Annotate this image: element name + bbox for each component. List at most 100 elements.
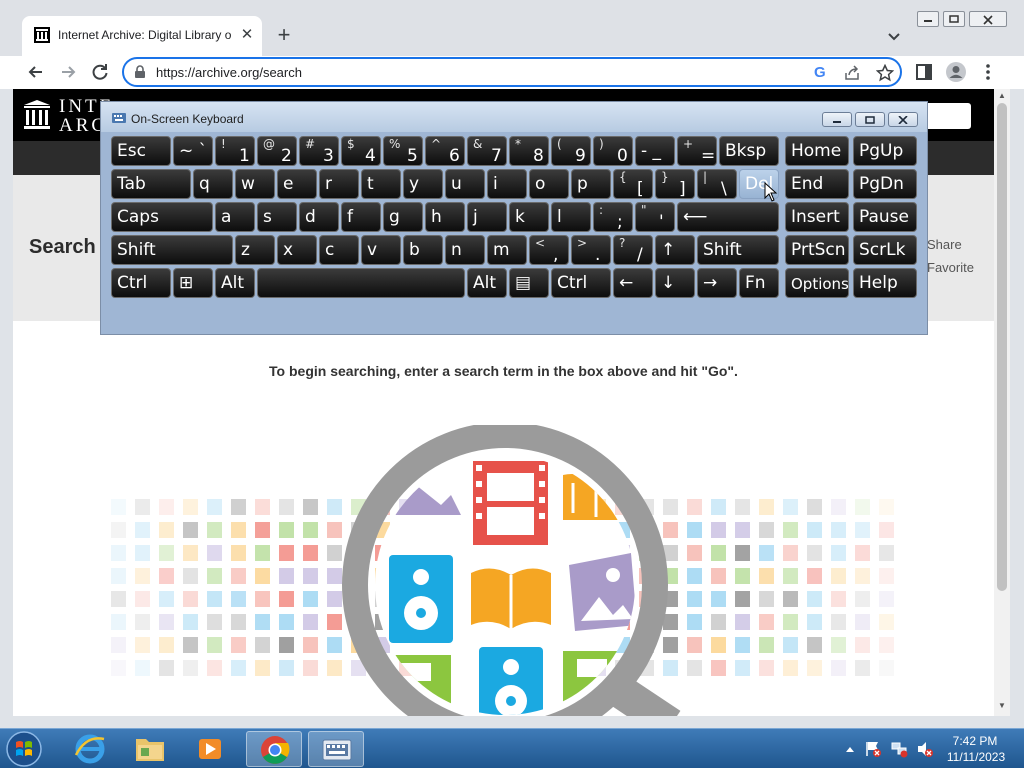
- osk-key-esc-r0[interactable]: Esc: [111, 136, 171, 166]
- osk-titlebar[interactable]: On-Screen Keyboard: [101, 102, 927, 132]
- osk-key-caps-r2[interactable]: Caps: [111, 202, 213, 232]
- minimize-window-button[interactable]: [917, 11, 939, 27]
- osk-key-symbol-r1[interactable]: }]: [655, 169, 695, 199]
- taskbar-file-explorer[interactable]: [122, 731, 178, 767]
- scroll-up-arrow-icon[interactable]: ▲: [997, 91, 1007, 101]
- google-lens-icon[interactable]: G: [814, 64, 826, 81]
- scroll-down-arrow-icon[interactable]: ▼: [997, 701, 1007, 711]
- osk-key-p-r1[interactable]: p: [571, 169, 611, 199]
- osk-key-j-r2[interactable]: j: [467, 202, 507, 232]
- osk-key-ctrl-r4[interactable]: Ctrl: [551, 268, 611, 298]
- volume-muted-icon[interactable]: [916, 740, 934, 758]
- osk-key-f-r2[interactable]: f: [341, 202, 381, 232]
- osk-key-symbol-r0[interactable]: - _: [635, 136, 675, 166]
- osk-key-alt-r4[interactable]: Alt: [215, 268, 255, 298]
- clock-date[interactable]: 11/11/2023: [940, 750, 1012, 764]
- osk-key-d-r2[interactable]: d: [299, 202, 339, 232]
- address-bar[interactable]: https://archive.org/search G: [122, 57, 902, 87]
- osk-key-q-r1[interactable]: q: [193, 169, 233, 199]
- osk-key-s-r2[interactable]: s: [257, 202, 297, 232]
- osk-key-m-r3[interactable]: m: [487, 235, 527, 265]
- osk-key-1-r0[interactable]: ! 1: [215, 136, 255, 166]
- osk-key-insert-r2[interactable]: Insert: [785, 202, 849, 232]
- osk-key-z-r3[interactable]: z: [235, 235, 275, 265]
- clock-time[interactable]: 7:42 PM: [945, 734, 1005, 748]
- osk-key-2-r0[interactable]: @2: [257, 136, 297, 166]
- osk-key-end-r1[interactable]: End: [785, 169, 849, 199]
- osk-key-symbol-r0[interactable]: ~ `: [173, 136, 213, 166]
- osk-minimize-button[interactable]: [822, 112, 852, 127]
- osk-key-v-r3[interactable]: v: [361, 235, 401, 265]
- osk-key-0-r0[interactable]: ) 0: [593, 136, 633, 166]
- osk-key-shift-r3[interactable]: Shift: [111, 235, 233, 265]
- osk-key-symbol-r2[interactable]: :;: [593, 202, 633, 232]
- network-icon[interactable]: [890, 740, 908, 758]
- osk-key-prtscn-r3[interactable]: PrtScn: [785, 235, 849, 265]
- osk-key-symbol-r4[interactable]: →: [697, 268, 737, 298]
- maximize-window-button[interactable]: [943, 11, 965, 27]
- osk-key-b-r3[interactable]: b: [403, 235, 443, 265]
- osk-key-r-r1[interactable]: r: [319, 169, 359, 199]
- close-window-button[interactable]: [969, 11, 1007, 27]
- osk-key-ctrl-r4[interactable]: Ctrl: [111, 268, 171, 298]
- osk-key-i-r1[interactable]: i: [487, 169, 527, 199]
- osk-key-symbol-r4[interactable]: ▤: [509, 268, 549, 298]
- osk-key-fn-r4[interactable]: Fn: [739, 268, 779, 298]
- osk-key-e-r1[interactable]: e: [277, 169, 317, 199]
- side-panel-icon[interactable]: [913, 61, 935, 83]
- osk-key-symbol-r0[interactable]: + =: [677, 136, 717, 166]
- taskbar-chrome[interactable]: [246, 731, 302, 767]
- profile-avatar-icon[interactable]: [945, 61, 967, 83]
- osk-key-symbol-r4[interactable]: ↓: [655, 268, 695, 298]
- osk-key-bksp-r0[interactable]: Bksp: [719, 136, 779, 166]
- osk-key-4-r0[interactable]: $4: [341, 136, 381, 166]
- osk-key-n-r3[interactable]: n: [445, 235, 485, 265]
- reload-icon[interactable]: [89, 61, 111, 83]
- osk-key-3-r0[interactable]: #3: [299, 136, 339, 166]
- osk-key-symbol-r2[interactable]: " ': [635, 202, 675, 232]
- osk-key-symbol-r4[interactable]: ←: [613, 268, 653, 298]
- osk-key-w-r1[interactable]: w: [235, 169, 275, 199]
- osk-key-5-r0[interactable]: % 5: [383, 136, 423, 166]
- lock-icon[interactable]: [134, 65, 146, 79]
- osk-key-alt-r4[interactable]: Alt: [467, 268, 507, 298]
- osk-key-pgup-r0[interactable]: PgUp: [853, 136, 917, 166]
- chrome-menu-icon[interactable]: [977, 61, 999, 83]
- share-link[interactable]: Share: [927, 237, 962, 252]
- osk-key-t-r1[interactable]: t: [361, 169, 401, 199]
- back-arrow-icon[interactable]: [25, 61, 47, 83]
- osk-key-space-r4[interactable]: [257, 268, 465, 298]
- osk-key-symbol-r2[interactable]: ⟵: [677, 202, 779, 232]
- internet-archive-logo-icon[interactable]: [23, 99, 51, 131]
- osk-key-l-r2[interactable]: l: [551, 202, 591, 232]
- new-tab-button[interactable]: +: [272, 24, 296, 48]
- osk-key-g-r2[interactable]: g: [383, 202, 423, 232]
- osk-close-button[interactable]: [888, 112, 918, 127]
- osk-key-u-r1[interactable]: u: [445, 169, 485, 199]
- osk-key-tab-r1[interactable]: Tab: [111, 169, 191, 199]
- bookmark-star-icon[interactable]: [876, 64, 894, 82]
- forward-arrow-icon[interactable]: [57, 61, 79, 83]
- tab-internet-archive[interactable]: Internet Archive: Digital Library o ✕: [22, 16, 262, 56]
- osk-key-8-r0[interactable]: * 8: [509, 136, 549, 166]
- taskbar-internet-explorer[interactable]: [62, 731, 118, 767]
- osk-key-symbol-r3[interactable]: ↑: [655, 235, 695, 265]
- osk-key-c-r3[interactable]: c: [319, 235, 359, 265]
- favorite-link[interactable]: Favorite: [927, 260, 974, 275]
- taskbar-on-screen-keyboard[interactable]: [308, 731, 364, 767]
- action-center-flag-icon[interactable]: [864, 740, 882, 758]
- osk-key-a-r2[interactable]: a: [215, 202, 255, 232]
- scroll-thumb[interactable]: [997, 103, 1007, 591]
- osk-key-symbol-r3[interactable]: >.: [571, 235, 611, 265]
- osk-key-6-r0[interactable]: ^ 6: [425, 136, 465, 166]
- osk-key-o-r1[interactable]: o: [529, 169, 569, 199]
- tab-search-chevron-icon[interactable]: [884, 26, 904, 46]
- osk-key-symbol-r3[interactable]: <,: [529, 235, 569, 265]
- osk-key-pgdn-r1[interactable]: PgDn: [853, 169, 917, 199]
- osk-key-k-r2[interactable]: k: [509, 202, 549, 232]
- osk-key-y-r1[interactable]: y: [403, 169, 443, 199]
- show-hidden-icons-arrow-icon[interactable]: [844, 744, 856, 754]
- tab-close-icon[interactable]: ✕: [238, 26, 256, 44]
- osk-key-symbol-r3[interactable]: ? /: [613, 235, 653, 265]
- osk-maximize-button[interactable]: [855, 112, 885, 127]
